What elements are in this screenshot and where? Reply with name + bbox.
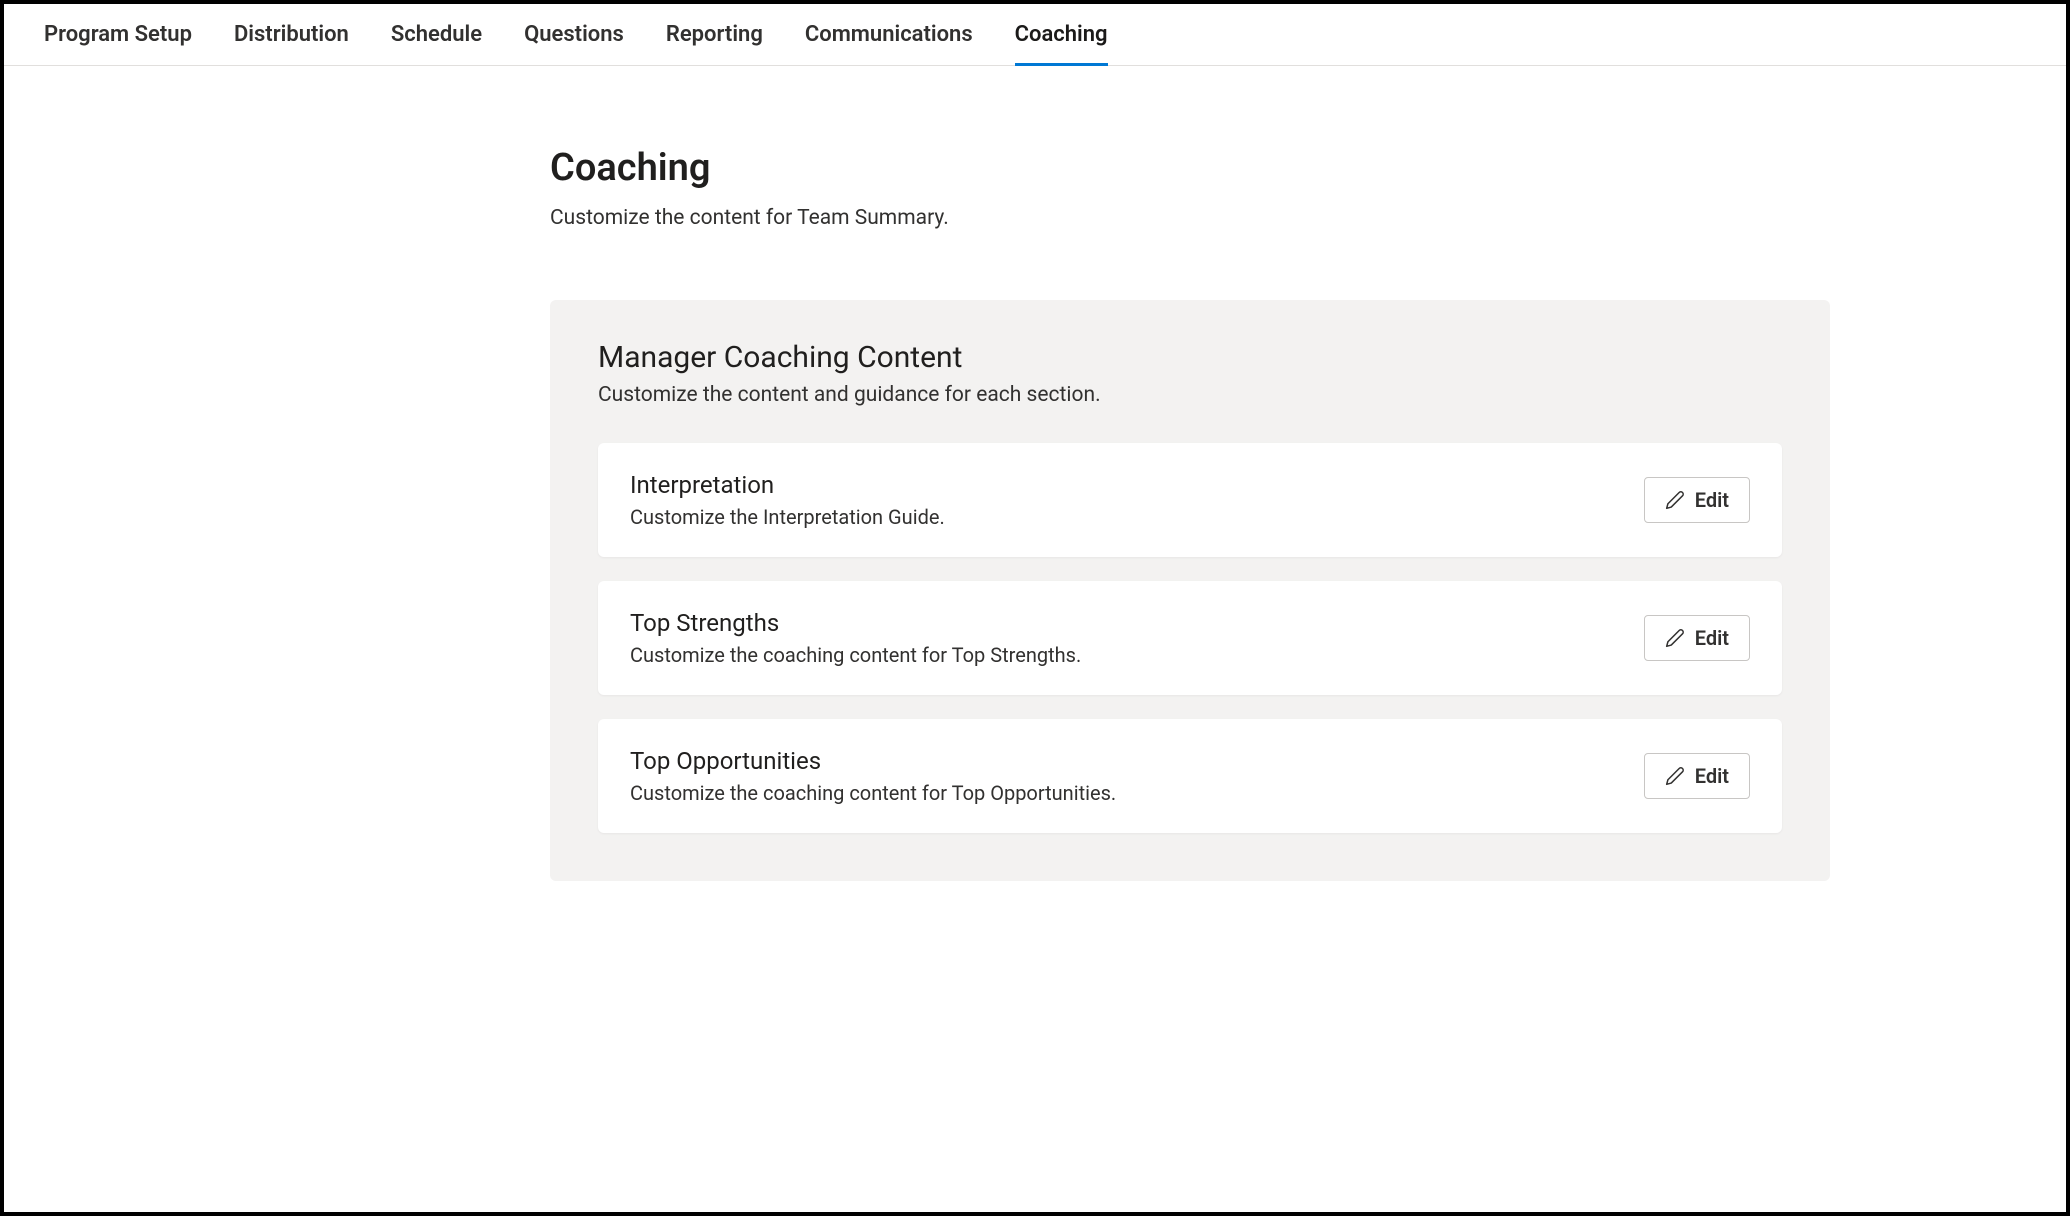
tab-program-setup[interactable]: Program Setup [44,22,192,65]
edit-label: Edit [1695,764,1729,788]
nav-tabs: Program Setup Distribution Schedule Ques… [4,4,2066,66]
card-title: Top Opportunities [630,747,1116,775]
card-top-opportunities: Top Opportunities Customize the coaching… [598,719,1782,833]
card-title: Interpretation [630,471,945,499]
tab-communications[interactable]: Communications [805,22,973,65]
manager-coaching-panel: Manager Coaching Content Customize the c… [550,300,1830,881]
card-title: Top Strengths [630,609,1081,637]
panel-title: Manager Coaching Content [598,340,1782,375]
card-interpretation: Interpretation Customize the Interpretat… [598,443,1782,557]
content-wrapper: Coaching Customize the content for Team … [550,146,1830,881]
tab-coaching[interactable]: Coaching [1015,22,1108,65]
pencil-icon [1665,766,1685,786]
card-desc: Customize the Interpretation Guide. [630,505,945,529]
pencil-icon [1665,490,1685,510]
edit-button-top-strengths[interactable]: Edit [1644,615,1750,661]
tab-reporting[interactable]: Reporting [666,22,763,65]
panel-subtitle: Customize the content and guidance for e… [598,383,1782,407]
card-text: Top Opportunities Customize the coaching… [630,747,1116,805]
edit-label: Edit [1695,626,1729,650]
card-desc: Customize the coaching content for Top S… [630,643,1081,667]
page-content: Coaching Customize the content for Team … [4,66,2066,881]
card-text: Interpretation Customize the Interpretat… [630,471,945,529]
pencil-icon [1665,628,1685,648]
edit-button-top-opportunities[interactable]: Edit [1644,753,1750,799]
card-desc: Customize the coaching content for Top O… [630,781,1116,805]
page-title: Coaching [550,146,1830,190]
edit-button-interpretation[interactable]: Edit [1644,477,1750,523]
card-top-strengths: Top Strengths Customize the coaching con… [598,581,1782,695]
card-text: Top Strengths Customize the coaching con… [630,609,1081,667]
tab-schedule[interactable]: Schedule [391,22,482,65]
edit-label: Edit [1695,488,1729,512]
tab-questions[interactable]: Questions [524,22,624,65]
tab-distribution[interactable]: Distribution [234,22,349,65]
page-subtitle: Customize the content for Team Summary. [550,206,1830,230]
